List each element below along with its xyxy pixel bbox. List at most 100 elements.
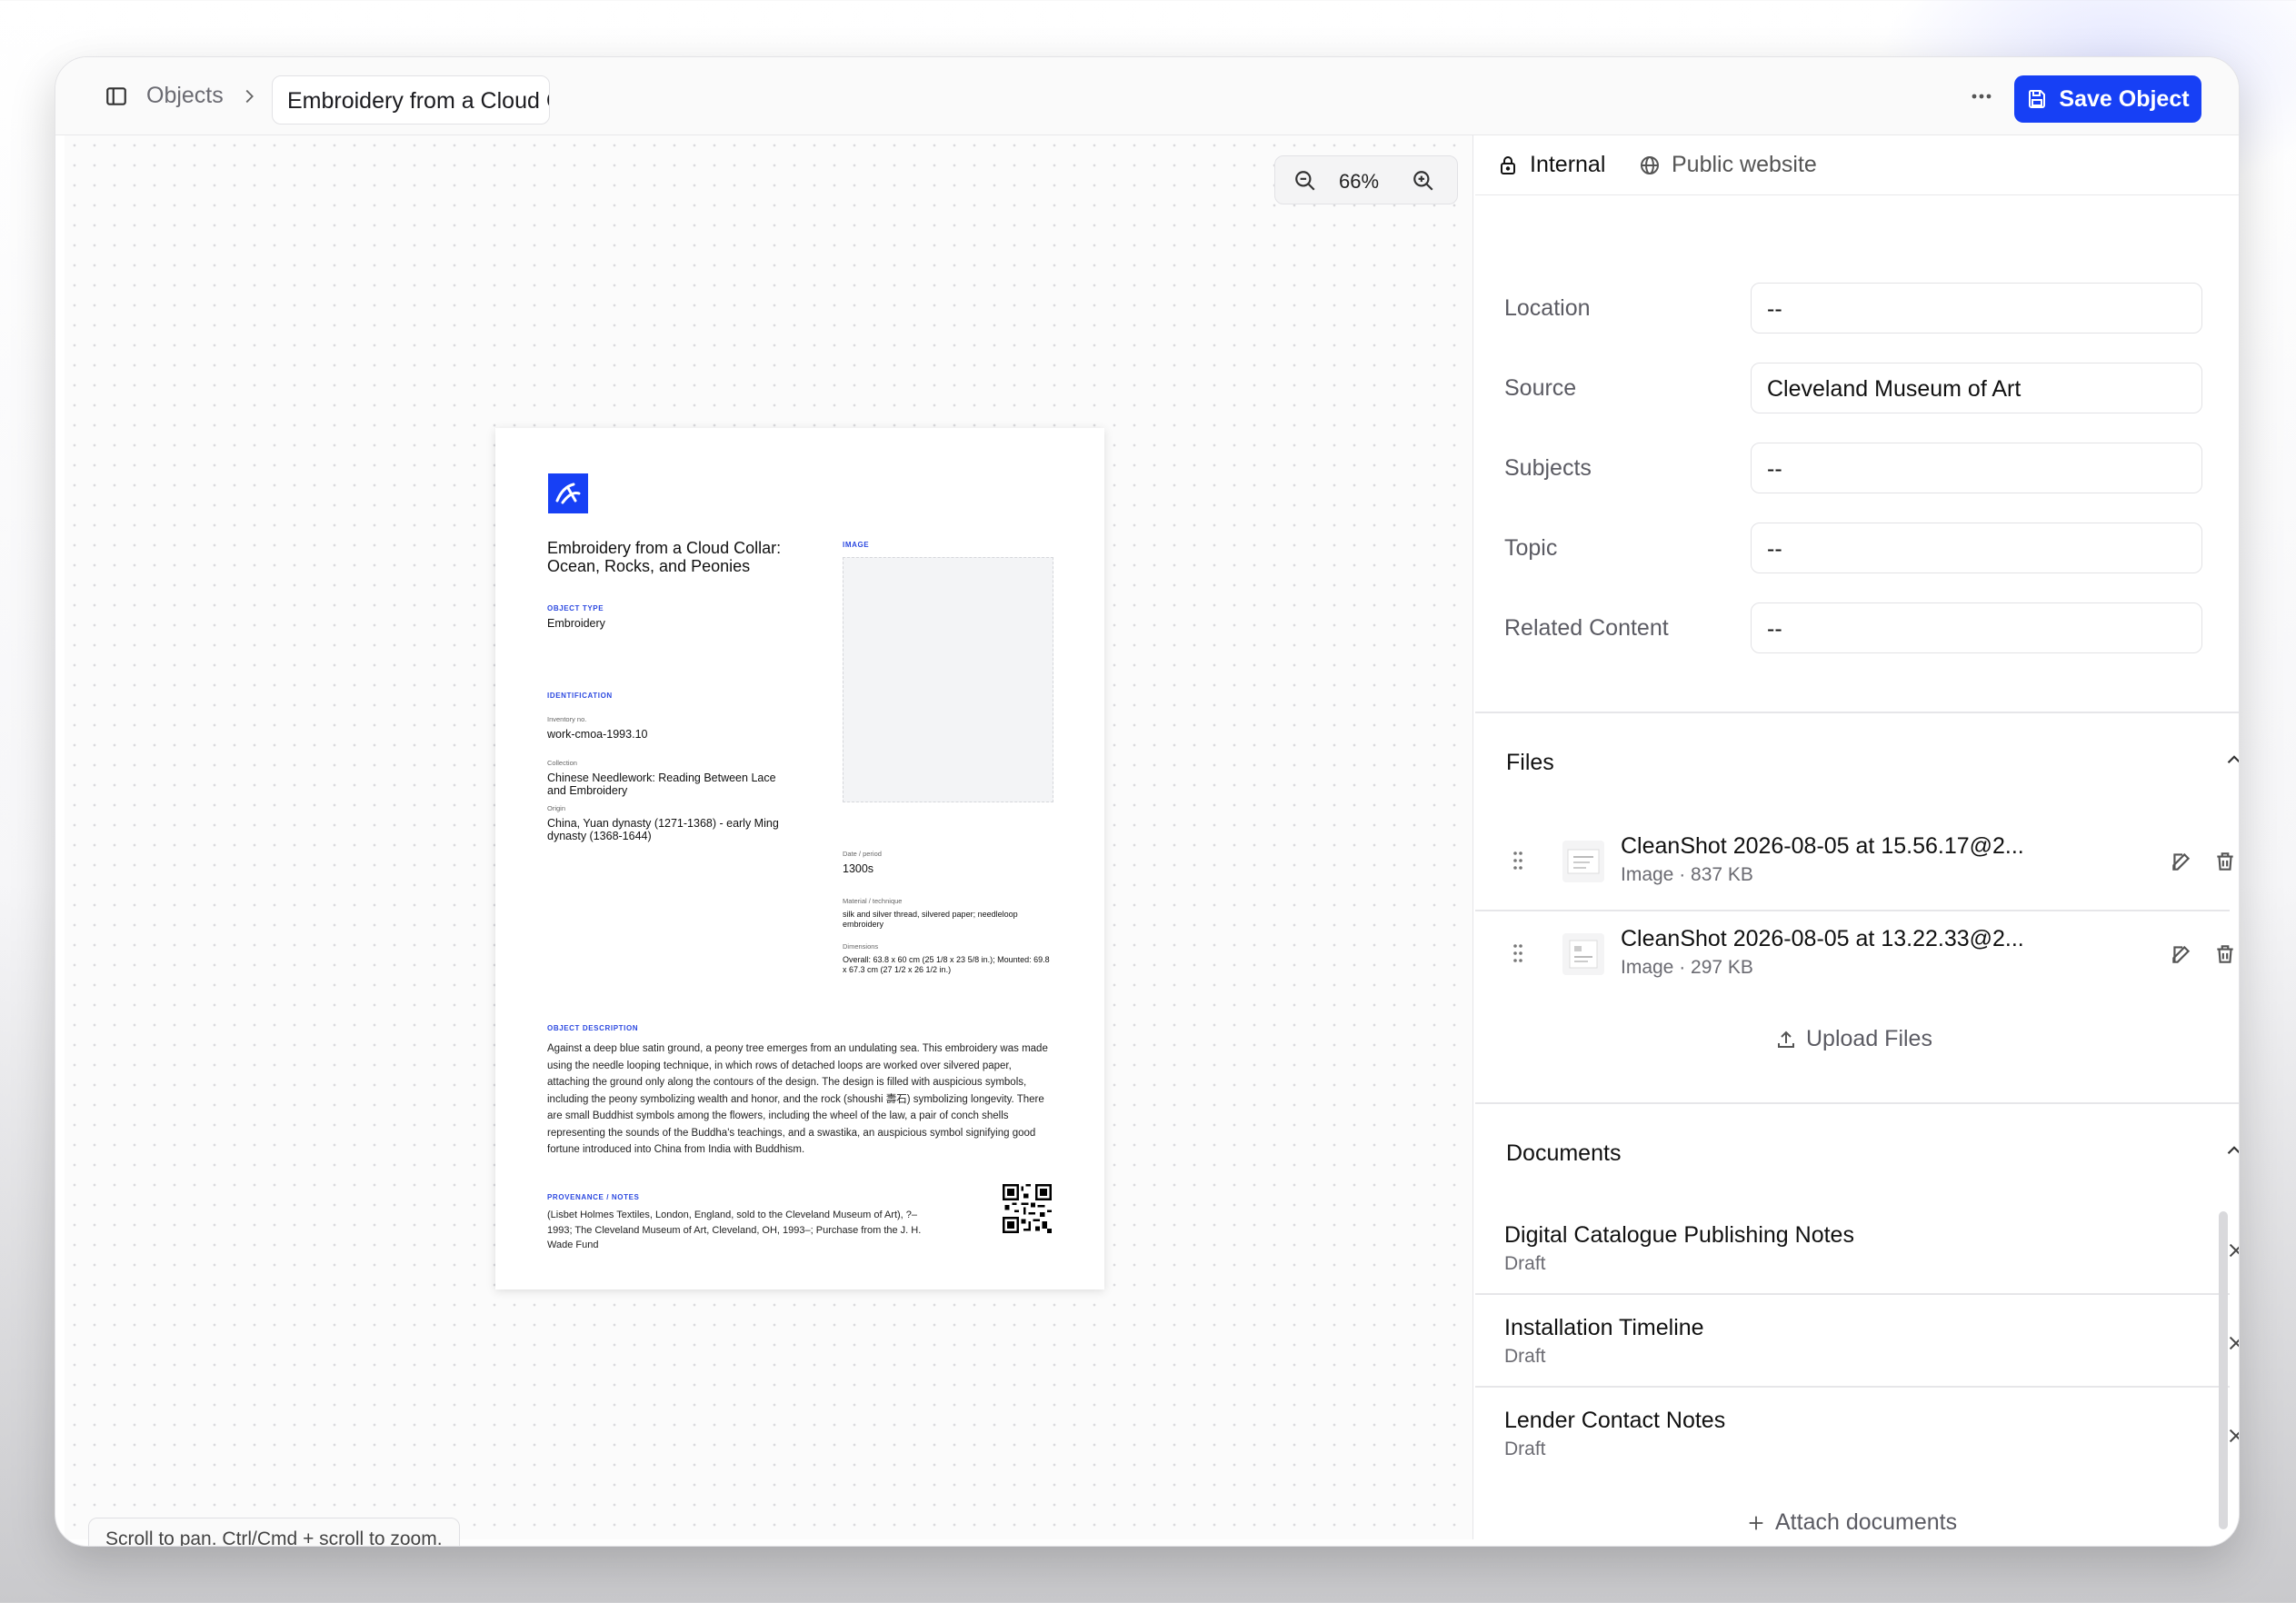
collection-label: Collection xyxy=(547,759,577,767)
preview-canvas[interactable]: 66% Embroidery from a Cloud Collar: Ocea… xyxy=(65,135,1473,1546)
chevron-right-icon xyxy=(239,86,259,106)
remove-document-icon[interactable] xyxy=(2226,1333,2239,1353)
document-status: Draft xyxy=(1504,1439,1546,1459)
document-status: Draft xyxy=(1504,1346,1546,1367)
panel-scrollbar[interactable] xyxy=(2219,1211,2228,1529)
origin-label: Origin xyxy=(547,804,566,812)
field-label-source: Source xyxy=(1504,375,1577,401)
document-name: Digital Catalogue Publishing Notes xyxy=(1504,1222,1854,1248)
image-label: IMAGE xyxy=(843,541,870,549)
tab-public-website[interactable]: Public website xyxy=(1639,152,1817,178)
edit-icon[interactable] xyxy=(2170,942,2193,966)
drag-handle-icon[interactable] xyxy=(1512,850,1524,871)
object-document-page: Embroidery from a Cloud Collar: Ocean, R… xyxy=(495,428,1104,1289)
chevron-up-icon[interactable] xyxy=(2222,748,2239,772)
row-divider xyxy=(1475,1386,2230,1388)
plus-icon xyxy=(1749,1516,1763,1529)
dimensions-value: Overall: 63.8 x 60 cm (25 1/8 x 23 5/8 i… xyxy=(843,955,1050,974)
dimensions-label: Dimensions xyxy=(843,942,879,951)
app-window: Objects Embroidery from a Cloud Collar: … xyxy=(55,56,2240,1547)
topic-field[interactable]: -- xyxy=(1751,523,2202,573)
remove-document-icon[interactable] xyxy=(2226,1426,2239,1446)
date-value: 1300s xyxy=(843,862,874,875)
qr-code-icon xyxy=(1003,1184,1052,1233)
zoom-in-icon[interactable] xyxy=(1412,169,1435,193)
document-name: Installation Timeline xyxy=(1504,1315,1704,1340)
origin-value: China, Yuan dynasty (1271-1368) - early … xyxy=(547,817,779,842)
material-value: silk and silver thread, silvered paper; … xyxy=(843,910,1018,929)
source-field[interactable]: Cleveland Museum of Art xyxy=(1751,363,2202,413)
section-divider xyxy=(1475,712,2239,713)
field-label-location: Location xyxy=(1504,295,1591,321)
files-section-title: Files xyxy=(1506,750,1554,775)
file-row[interactable]: CleanShot 2026-08-05 at 13.22.33@2... Im… xyxy=(1475,911,2233,1002)
save-object-button[interactable]: Save Object xyxy=(2014,75,2201,123)
zoom-out-icon[interactable] xyxy=(1293,169,1317,193)
tab-internal-label: Internal xyxy=(1530,152,1606,177)
upload-icon xyxy=(1778,1030,1794,1048)
object-type-label: OBJECT TYPE xyxy=(547,604,604,612)
zoom-control: 66% xyxy=(1274,155,1458,204)
inventory-label: Inventory no. xyxy=(547,715,587,723)
date-label: Date / period xyxy=(843,850,882,858)
document-row[interactable]: Digital Catalogue Publishing Notes Draft xyxy=(1475,1208,2239,1299)
drag-handle-icon[interactable] xyxy=(1512,942,1524,964)
document-row[interactable]: Installation Timeline Draft xyxy=(1475,1300,2239,1391)
field-label-subjects: Subjects xyxy=(1504,455,1592,481)
tab-internal[interactable]: Internal xyxy=(1497,152,1605,178)
document-title: Embroidery from a Cloud Collar: Ocean, R… xyxy=(547,539,782,575)
upload-files-label: Upload Files xyxy=(1806,1026,1932,1051)
file-meta: Image · 837 KB xyxy=(1621,864,1753,885)
remove-document-icon[interactable] xyxy=(2226,1240,2239,1260)
file-thumbnail xyxy=(1562,841,1604,882)
collection-value: Chinese Needlework: Reading Between Lace… xyxy=(547,772,776,797)
file-name: CleanShot 2026-08-05 at 13.22.33@2... xyxy=(1621,926,2024,951)
canvas-hint: Scroll to pan. Ctrl/Cmd + scroll to zoom… xyxy=(88,1518,460,1547)
document-status: Draft xyxy=(1504,1253,1546,1274)
description-text: Against a deep blue satin ground, a peon… xyxy=(547,1043,1048,1155)
file-row[interactable]: CleanShot 2026-08-05 at 15.56.17@2... Im… xyxy=(1475,819,2233,910)
sidebar-toggle-icon[interactable] xyxy=(105,85,128,108)
tab-public-website-label: Public website xyxy=(1672,152,1817,177)
top-bar: Objects Embroidery from a Cloud Collar: … xyxy=(55,57,2239,135)
field-label-related-content: Related Content xyxy=(1504,615,1669,641)
file-name: CleanShot 2026-08-05 at 15.56.17@2... xyxy=(1621,833,2024,859)
attach-documents-label: Attach documents xyxy=(1775,1509,1958,1535)
canvas-hint-text: Scroll to pan. Ctrl/Cmd + scroll to zoom… xyxy=(105,1528,443,1547)
provenance-text: (Lisbet Holmes Textiles, London, England… xyxy=(547,1210,922,1250)
material-label: Material / technique xyxy=(843,897,903,905)
location-field[interactable]: -- xyxy=(1751,283,2202,334)
file-thumbnail xyxy=(1562,933,1604,975)
documents-section-title: Documents xyxy=(1506,1140,1622,1166)
edit-icon[interactable] xyxy=(2170,850,2193,873)
lock-icon xyxy=(1501,155,1515,174)
save-object-label: Save Object xyxy=(2059,85,2190,112)
visibility-tabs: Internal Public website xyxy=(1475,135,2239,195)
subjects-field[interactable]: -- xyxy=(1751,443,2202,493)
provenance-label: PROVENANCE / NOTES xyxy=(547,1193,640,1201)
trash-icon[interactable] xyxy=(2213,942,2237,966)
identification-label: IDENTIFICATION xyxy=(547,692,613,700)
upload-files-button[interactable]: Upload Files xyxy=(1775,1026,1932,1052)
section-divider xyxy=(1475,1102,2239,1104)
details-panel: Internal Public website Location -- Sour… xyxy=(1475,135,2239,1546)
brand-logo xyxy=(548,473,588,513)
more-options-icon[interactable] xyxy=(1966,85,1997,108)
save-icon xyxy=(2029,90,2046,108)
inventory-value: work-cmoa-1993.10 xyxy=(547,728,648,741)
file-meta: Image · 297 KB xyxy=(1621,957,1753,978)
description-label: OBJECT DESCRIPTION xyxy=(547,1024,639,1032)
object-type-value: Embroidery xyxy=(547,617,605,630)
document-row[interactable]: Lender Contact Notes Draft xyxy=(1475,1393,2239,1484)
related-content-field[interactable]: -- xyxy=(1751,602,2202,653)
image-placeholder xyxy=(843,557,1053,802)
globe-icon xyxy=(1641,155,1659,174)
breadcrumb-objects[interactable]: Objects xyxy=(146,83,224,109)
breadcrumb-current-title[interactable]: Embroidery from a Cloud Collar: Ocean, R… xyxy=(272,75,550,124)
chevron-up-icon[interactable] xyxy=(2222,1139,2239,1162)
row-divider xyxy=(1475,1293,2230,1295)
field-label-topic: Topic xyxy=(1504,535,1558,561)
trash-icon[interactable] xyxy=(2213,850,2237,873)
zoom-level: 66% xyxy=(1339,170,1380,193)
attach-documents-button[interactable]: Attach documents xyxy=(1746,1509,1957,1536)
